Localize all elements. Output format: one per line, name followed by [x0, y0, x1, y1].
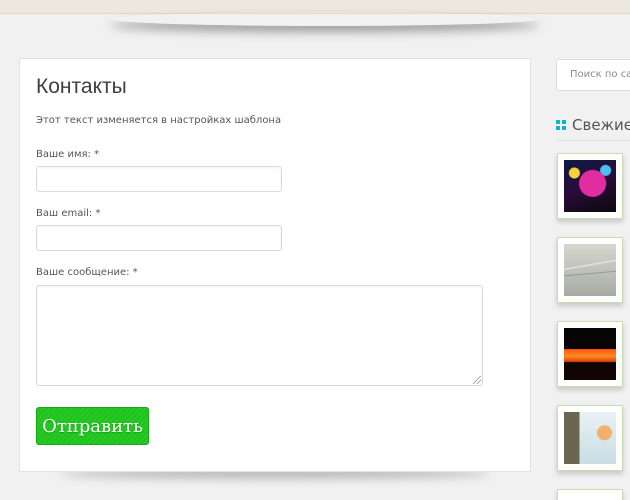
recent-post-thumbnail-4[interactable] — [557, 405, 623, 471]
recent-post-thumbnail-3[interactable] — [557, 321, 623, 387]
search-input[interactable]: Поиск по са — [556, 59, 630, 91]
name-label: Ваше имя: * — [36, 149, 100, 160]
page-title: Контакты — [36, 75, 127, 98]
widget-title-label: Свежие — [572, 116, 630, 134]
message-label: Ваше сообщение: * — [36, 267, 138, 278]
document-photo-icon — [564, 244, 616, 296]
grid-icon — [556, 120, 566, 130]
fireworks-photo-icon — [564, 160, 616, 212]
name-input[interactable] — [36, 166, 282, 192]
recent-post-thumbnail-5[interactable] — [557, 489, 623, 500]
resize-grip-icon[interactable] — [473, 376, 481, 384]
coffee-photo-icon — [564, 412, 616, 464]
night-lights-photo-icon — [564, 328, 616, 380]
email-input[interactable] — [36, 225, 282, 251]
recent-post-thumbnail-1[interactable] — [557, 153, 623, 219]
header-shadow — [110, 12, 540, 26]
intro-text: Этот текст изменяется в настройках шабло… — [36, 115, 282, 126]
email-label: Ваш email: * — [36, 208, 101, 219]
message-textarea[interactable] — [36, 285, 483, 386]
recent-post-thumbnail-2[interactable] — [557, 237, 623, 303]
widget-divider — [556, 140, 630, 141]
contact-card: Контакты Этот текст изменяется в настрой… — [19, 58, 531, 472]
submit-button[interactable]: Отправить — [36, 407, 149, 445]
recent-posts-title: Свежие — [556, 116, 630, 134]
